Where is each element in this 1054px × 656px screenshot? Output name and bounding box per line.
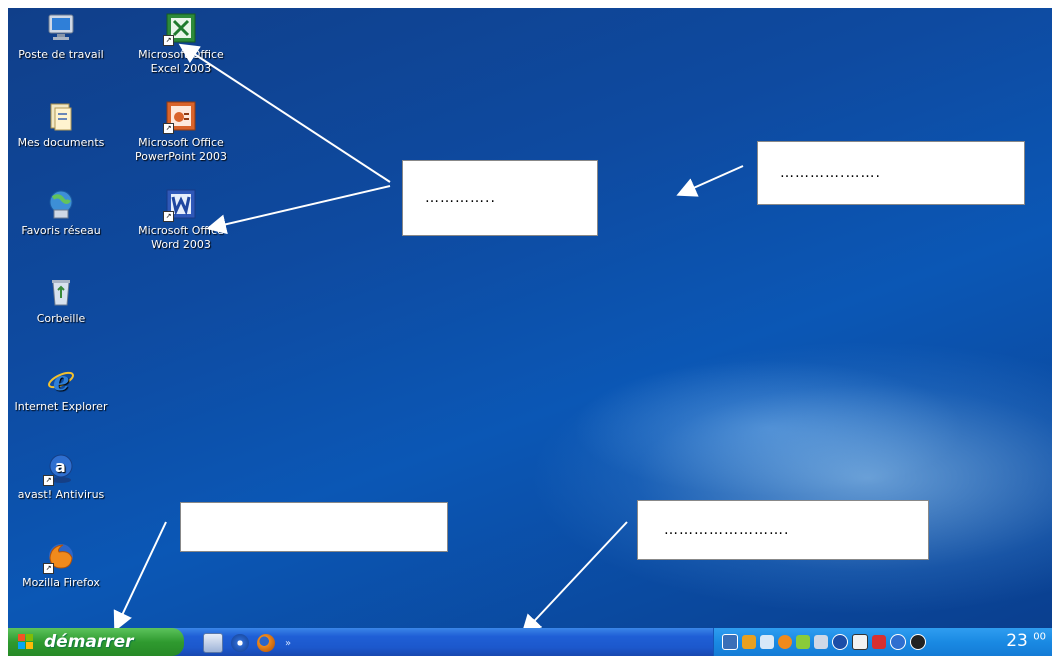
tray-icon-6[interactable] xyxy=(814,635,828,649)
tray-icon-4[interactable] xyxy=(778,635,792,649)
icon-label: Mozilla Firefox xyxy=(22,576,100,589)
show-desktop-icon[interactable] xyxy=(203,633,223,653)
callout-text: ………….……. xyxy=(780,165,881,181)
desktop-icon-internet-explorer[interactable]: e Internet Explorer xyxy=(8,364,116,414)
system-tray: 23 00 xyxy=(713,628,1052,656)
tray-icon-9[interactable] xyxy=(872,635,886,649)
svg-text:a: a xyxy=(55,457,66,476)
callout-text: ……………………. xyxy=(664,522,790,538)
callout-icons[interactable]: ………….. xyxy=(402,160,598,236)
clock-minutes: 00 xyxy=(1033,631,1046,643)
firefox-icon[interactable] xyxy=(257,634,275,652)
icon-label: Microsoft Office PowerPoint 2003 xyxy=(134,136,228,163)
word-icon: ↗ xyxy=(163,188,197,222)
icon-label: Internet Explorer xyxy=(14,400,108,413)
internet-explorer-icon: e xyxy=(45,364,77,397)
desktop-icon-word[interactable]: ↗ Microsoft Office Word 2003 xyxy=(126,188,236,252)
icon-label: Microsoft Office Excel 2003 xyxy=(138,48,224,75)
shortcut-arrow-icon: ↗ xyxy=(163,35,174,46)
desktop-icon-recycle-bin[interactable]: Corbeille xyxy=(8,276,116,326)
avast-icon: a ↗ xyxy=(43,452,77,486)
tray-icon-3[interactable] xyxy=(760,635,774,649)
windows-flag-icon xyxy=(18,634,34,650)
computer-icon xyxy=(45,12,77,44)
tray-icon-7[interactable] xyxy=(832,634,848,650)
tray-icon-5[interactable] xyxy=(796,635,810,649)
icon-label: Corbeille xyxy=(36,312,86,325)
svg-text:e: e xyxy=(53,367,70,396)
tray-icon-2[interactable] xyxy=(742,635,756,649)
desktop-icon-avast[interactable]: a ↗ avast! Antivirus xyxy=(8,452,116,502)
tray-icon-11[interactable] xyxy=(910,634,926,650)
quick-launch: » xyxy=(203,633,291,653)
desktop-icon-firefox[interactable]: ↗ Mozilla Firefox xyxy=(8,540,116,590)
icon-label: Favoris réseau xyxy=(21,224,101,237)
avast-tray-icon[interactable] xyxy=(890,634,906,650)
tray-icon-8[interactable] xyxy=(852,634,868,650)
recycle-bin-icon xyxy=(45,276,77,308)
documents-icon xyxy=(45,100,77,132)
network-icon xyxy=(45,188,77,220)
clock-hour: 23 xyxy=(1006,631,1028,651)
powerpoint-icon: ↗ xyxy=(163,100,197,134)
network-tray-icon[interactable] xyxy=(722,634,738,650)
callout-background[interactable]: ………….……. xyxy=(757,141,1025,205)
start-label: démarrer xyxy=(44,632,134,652)
shortcut-arrow-icon: ↗ xyxy=(163,211,174,222)
callout-taskbar[interactable]: ……………………. xyxy=(637,500,929,560)
media-player-icon[interactable] xyxy=(231,634,249,652)
icon-label: Mes documents xyxy=(17,136,105,149)
firefox-icon: ↗ xyxy=(43,540,77,574)
shortcut-arrow-icon: ↗ xyxy=(163,123,174,134)
icon-label: Poste de travail xyxy=(18,48,104,61)
shortcut-arrow-icon: ↗ xyxy=(43,563,54,574)
desktop-icon-my-computer[interactable]: Poste de travail xyxy=(8,12,116,62)
excel-icon: ↗ xyxy=(163,12,197,46)
clock[interactable]: 23 00 xyxy=(1006,631,1046,651)
taskbar[interactable]: démarrer » 23 00 xyxy=(8,628,1052,656)
callout-text: ………….. xyxy=(425,190,496,206)
desktop-icon-powerpoint[interactable]: ↗ Microsoft Office PowerPoint 2003 xyxy=(126,100,236,164)
start-button[interactable]: démarrer xyxy=(8,628,184,656)
desktop-icon-my-documents[interactable]: Mes documents xyxy=(8,100,116,150)
icon-label: avast! Antivirus xyxy=(17,488,105,501)
icon-label: Microsoft Office Word 2003 xyxy=(138,224,224,251)
shortcut-arrow-icon: ↗ xyxy=(43,475,54,486)
desktop-icon-network[interactable]: Favoris réseau xyxy=(8,188,116,238)
quick-launch-overflow[interactable]: » xyxy=(285,638,291,649)
callout-start-button[interactable] xyxy=(180,502,448,552)
desktop-icon-excel[interactable]: ↗ Microsoft Office Excel 2003 xyxy=(126,12,236,76)
